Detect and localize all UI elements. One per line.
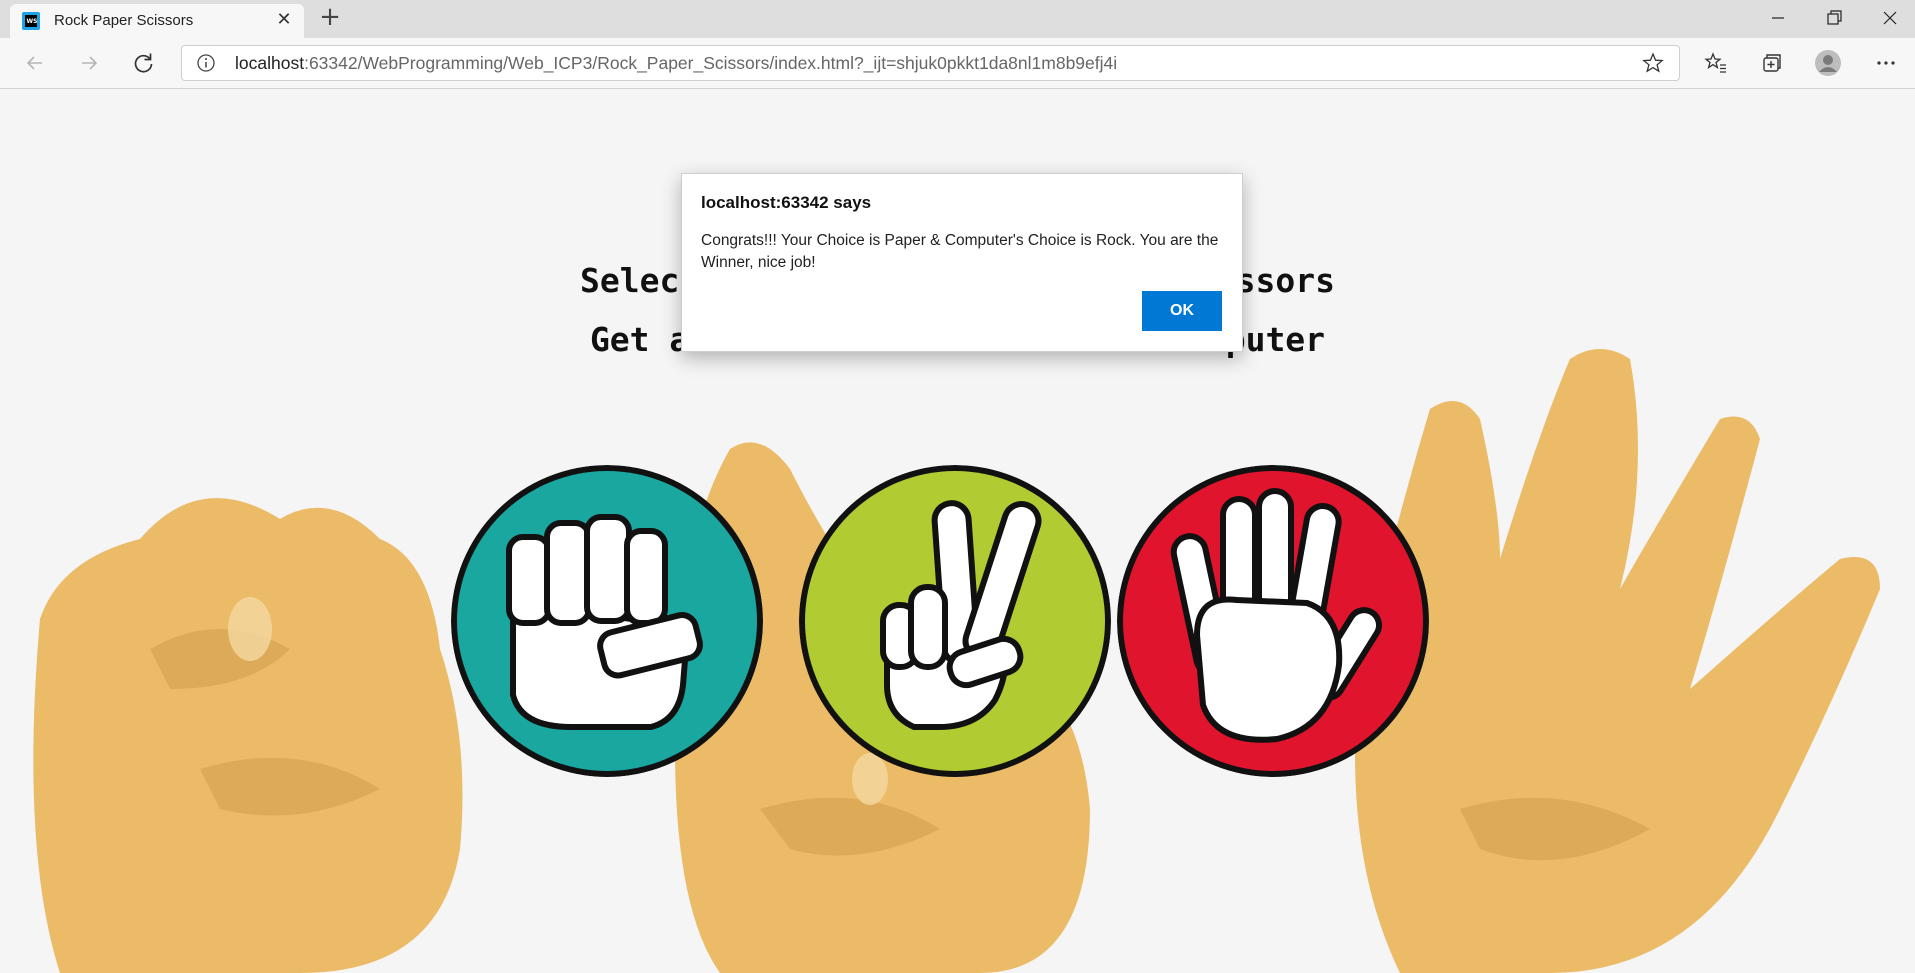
refresh-icon[interactable] (129, 48, 159, 78)
minimize-icon[interactable] (1750, 0, 1806, 38)
close-tab-icon[interactable]: ✕ (274, 10, 294, 30)
more-menu-icon[interactable] (1871, 48, 1901, 78)
url-text: localhost:63342/WebProgramming/Web_ICP3/… (235, 53, 1117, 74)
tab-title: Rock Paper Scissors (54, 12, 194, 29)
svg-text:WS: WS (27, 18, 38, 25)
scissors-hand-icon (799, 465, 1111, 777)
rock-fist-icon (451, 465, 763, 777)
alert-dialog: localhost:63342 says Congrats!!! Your Ch… (681, 173, 1243, 352)
restore-icon[interactable] (1806, 0, 1862, 38)
tab-rock-paper-scissors[interactable]: WS Rock Paper Scissors ✕ (10, 4, 304, 38)
address-bar[interactable]: localhost:63342/WebProgramming/Web_ICP3/… (181, 45, 1680, 81)
forward-arrow-icon[interactable] (74, 48, 104, 78)
collections-icon[interactable] (1756, 48, 1786, 78)
url-path: :63342/WebProgramming/Web_ICP3/Rock_Pape… (304, 53, 1118, 73)
scissors-button[interactable] (799, 465, 1111, 777)
rock-button[interactable] (451, 465, 763, 777)
url-host: localhost (235, 53, 305, 73)
paper-button[interactable] (1117, 465, 1429, 777)
page-content: Ready Get Set Go.....! Select one among … (0, 89, 1915, 973)
favorites-icon[interactable] (1701, 48, 1731, 78)
webstorm-icon: WS (22, 12, 40, 30)
info-icon[interactable] (196, 53, 216, 73)
dialog-message: Congrats!!! Your Choice is Paper & Compu… (701, 232, 1219, 271)
toolbar: localhost:63342/WebProgramming/Web_ICP3/… (0, 38, 1915, 89)
tab-strip: WS Rock Paper Scissors ✕ + (0, 0, 1915, 38)
new-tab-icon[interactable]: + (316, 4, 344, 32)
favorite-star-icon[interactable] (1642, 52, 1664, 74)
paper-hand-icon (1117, 465, 1429, 777)
dialog-title: localhost:63342 says (701, 193, 872, 212)
back-arrow-icon[interactable] (20, 48, 50, 78)
profile-avatar-icon[interactable] (1813, 48, 1843, 78)
close-window-icon[interactable] (1862, 0, 1915, 38)
ok-button[interactable]: OK (1142, 291, 1222, 331)
